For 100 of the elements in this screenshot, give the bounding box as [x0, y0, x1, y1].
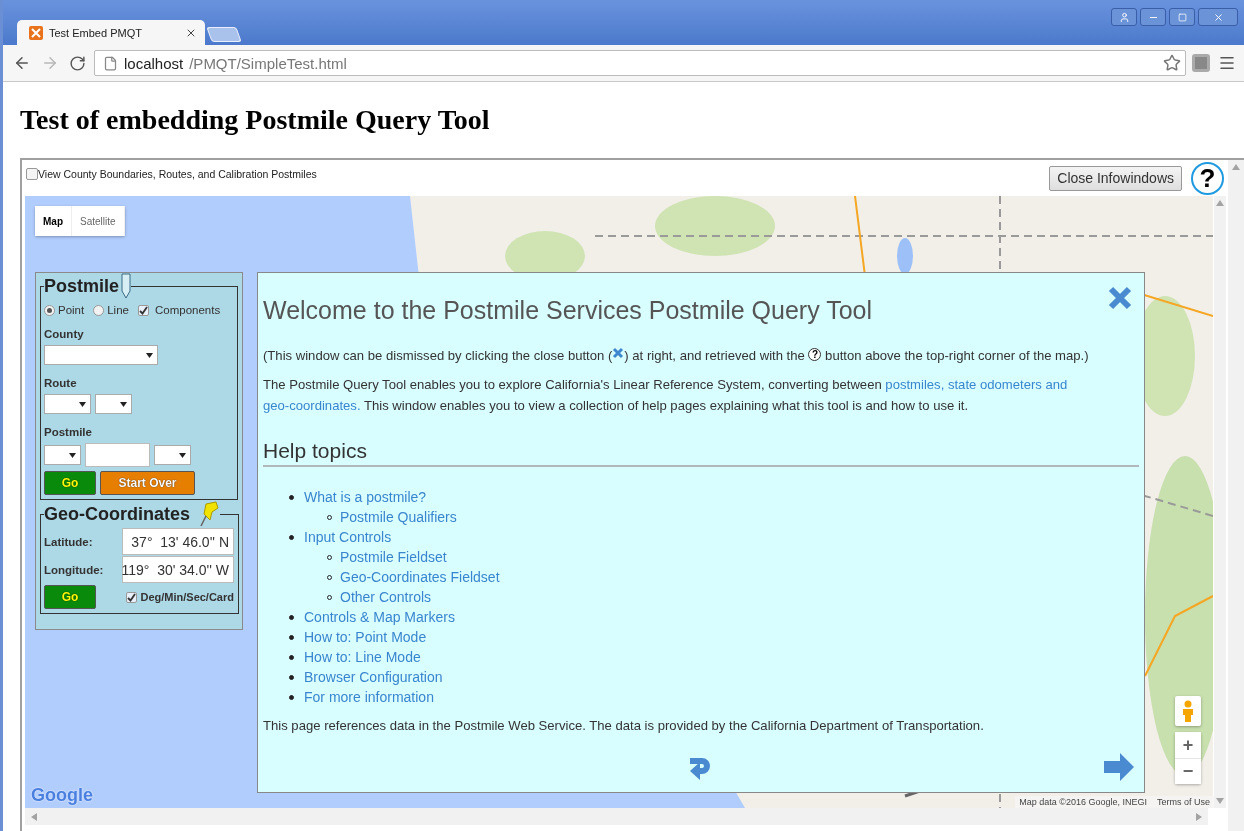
bullet-icon [289, 694, 294, 700]
field-label: Postmile [44, 426, 93, 438]
maximize-button[interactable] [1169, 8, 1195, 26]
pen-icon [121, 273, 132, 299]
arrow-icon[interactable] [1232, 164, 1240, 170]
url-path: /PMQT/SimpleTest.html [189, 54, 348, 72]
help-topic-link[interactable]: For more information [304, 689, 434, 705]
suffix-select[interactable] [154, 445, 191, 465]
help-link[interactable]: postmiles, state odometers and [885, 377, 1068, 392]
fieldset-title: Postmile [44, 275, 120, 297]
layers-checkbox[interactable] [26, 168, 38, 180]
go-button[interactable]: Go [44, 471, 96, 495]
bullet-icon [289, 654, 294, 660]
minimize-button[interactable] [1140, 8, 1166, 26]
close-icon [1212, 11, 1224, 23]
help-topic-link[interactable]: How to: Line Mode [304, 649, 421, 665]
map-type-tab[interactable]: Satellite [72, 206, 125, 236]
attribution-text: Map data ©2016 Google, INEGI [1019, 797, 1147, 807]
close-infowindows-button[interactable]: Close Infowindows [1049, 165, 1182, 191]
help-icon: ? [808, 348, 822, 361]
extension-icon[interactable] [1192, 54, 1210, 72]
pegman-button[interactable] [1175, 696, 1201, 726]
url-host: localhost [124, 54, 184, 72]
favicon-icon [29, 25, 43, 40]
terms-link[interactable]: Terms of Use [1157, 797, 1210, 807]
bullet-icon [289, 674, 294, 680]
map-logo: Google [31, 785, 93, 806]
dms-checkbox[interactable] [126, 591, 138, 603]
zoom-out-button[interactable]: − [1175, 758, 1201, 784]
help-topic-link[interactable]: Geo-Coordinates Fieldset [340, 569, 500, 585]
latitude-input[interactable]: 37° 13' 46.0'' N [122, 528, 234, 555]
help-topic-link[interactable]: Other Controls [340, 589, 432, 605]
browser-tab[interactable]: Test Embed PMQT [17, 20, 205, 45]
bullet-icon [289, 614, 294, 620]
help-topic-link[interactable]: How to: Point Mode [304, 629, 427, 645]
vertical-scrollbar[interactable] [1214, 196, 1226, 808]
reload-icon [69, 54, 86, 72]
star-icon[interactable] [1163, 54, 1181, 72]
help-topic-link[interactable]: Browser Configuration [304, 669, 443, 685]
next-arrow-icon[interactable] [1104, 753, 1134, 781]
checkbox-label: Deg/Min/Sec/Card [140, 591, 234, 603]
close-icon [612, 347, 625, 359]
help-heading: Help topics [263, 438, 1139, 467]
field-label: Longitude: [44, 563, 105, 576]
checkbox-label: View County Boundaries, Routes, and Calibration Postmiles [38, 168, 317, 180]
map-type-tab[interactable]: Map [35, 206, 72, 236]
field-label: County [44, 328, 85, 340]
help-topic-link[interactable]: Postmile Fieldset [340, 549, 447, 565]
pushpin-icon [198, 500, 220, 528]
forward-arrow-icon [41, 54, 59, 72]
prefix-select[interactable] [44, 445, 81, 465]
help-topic-link[interactable]: Input Controls [304, 529, 392, 545]
field-label: Route [44, 377, 78, 389]
zoom-in-button[interactable]: + [1175, 732, 1201, 758]
horizontal-scrollbar[interactable] [25, 808, 1208, 825]
page-icon [103, 55, 118, 71]
checkbox-label: Components [154, 304, 221, 316]
county-select[interactable] [44, 345, 158, 365]
vertical-scrollbar[interactable] [1228, 160, 1244, 831]
address-bar[interactable]: localhost /PMQT/SimpleTest.html [94, 50, 1186, 76]
description-text: The Postmile Query Tool enables you to explore California's Linear Reference System, converting between postmiles, state odometers and geo-coordinates. This window enables you to view a collection of help pages explaining what this tool is and how to use it. [263, 376, 1069, 415]
components-checkbox[interactable] [137, 304, 149, 316]
mode-radio[interactable] [93, 304, 105, 316]
postmile-input[interactable] [85, 443, 150, 467]
fieldset-title: Geo-Coordinates [44, 503, 190, 525]
help-topic-link[interactable]: Controls & Map Markers [304, 609, 455, 625]
arrow-icon[interactable] [31, 812, 37, 821]
help-link[interactable]: geo-coordinates. [263, 398, 361, 413]
user-button[interactable] [1111, 8, 1137, 26]
help-button[interactable]: ? [1191, 161, 1224, 195]
footer-text: This page references data in the Postmile Web Service. The data is provided by the California Department of Transportation. [263, 717, 985, 735]
caret-icon [179, 452, 186, 458]
person-icon [1182, 700, 1194, 722]
go-button[interactable]: Go [44, 585, 96, 609]
bullet-icon [289, 534, 294, 540]
mode-radio[interactable] [44, 304, 55, 316]
bullet-icon [289, 494, 294, 500]
menu-icon [1218, 54, 1236, 72]
caret-icon [69, 452, 76, 458]
route-select[interactable] [95, 394, 132, 414]
route-select[interactable] [44, 394, 91, 414]
field-label: Latitude: [44, 535, 94, 548]
intro-text: (This window can be dismissed by clicking the close button ( ) at right, and retrieved with the ? button above the top-right corner of the map.) [263, 346, 1090, 365]
close-button[interactable] [1198, 8, 1238, 26]
arrow-icon[interactable] [1196, 812, 1202, 821]
start-over-button[interactable]: Start Over [100, 471, 195, 495]
help-topic-link[interactable]: What is a postmile? [304, 489, 427, 505]
new-tab-button[interactable] [206, 27, 242, 42]
caret-icon [146, 352, 153, 358]
arrow-icon[interactable] [1216, 798, 1224, 804]
bullet-icon [289, 634, 294, 640]
user-icon [1118, 11, 1130, 23]
info-title: Welcome to the Postmile Services Postmile Query Tool [263, 295, 873, 325]
maximize-icon [1177, 12, 1187, 22]
longitude-input[interactable]: 119° 30' 34.0'' W [122, 556, 234, 583]
caret-icon [120, 401, 127, 407]
radio-label: Point [58, 304, 85, 316]
help-topic-link[interactable]: Postmile Qualifiers [340, 509, 457, 525]
arrow-icon[interactable] [1216, 200, 1224, 206]
tab-title: Test Embed PMQT [49, 26, 143, 39]
